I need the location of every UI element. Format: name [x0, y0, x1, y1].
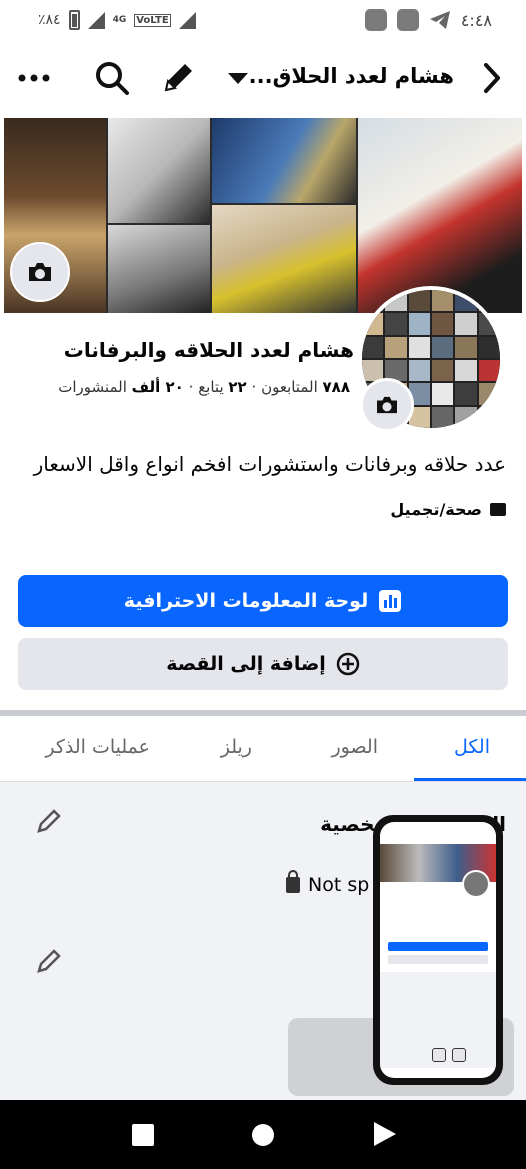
- add-to-story-label: إضافة إلى القصة: [166, 653, 326, 675]
- screenshot-preview[interactable]: [373, 815, 503, 1085]
- chevron-right-icon[interactable]: [472, 58, 512, 98]
- preview-secondary-button: [388, 955, 488, 964]
- cover-tile: [212, 205, 356, 313]
- home-icon[interactable]: [252, 1124, 274, 1146]
- category-icon: [490, 503, 506, 516]
- stats-separator: ·: [188, 378, 194, 396]
- cover-camera-button[interactable]: [10, 242, 70, 302]
- status-left: ٪٨٤ 4G VoLTE: [38, 10, 196, 30]
- tab-mentions[interactable]: عمليات الذكر: [45, 736, 150, 758]
- status-right: ٤:٤٨: [364, 9, 492, 31]
- professional-dashboard-label: لوحة المعلومات الاحترافية: [123, 590, 369, 612]
- back-icon[interactable]: [374, 1122, 396, 1146]
- preview-share-button: [432, 1048, 446, 1062]
- add-to-story-button[interactable]: إضافة إلى القصة: [18, 638, 508, 690]
- network-label: 4G: [112, 15, 127, 25]
- status-bar: ٪٨٤ 4G VoLTE ٤:٤٨: [0, 0, 526, 42]
- signal-icon: [178, 11, 196, 29]
- profile-stats: ٧٨٨ المتابعون · ٢٢ يتابع · ٢٠ ألف المنشو…: [58, 378, 350, 396]
- notification-icon: [396, 9, 419, 31]
- active-tab-indicator: [414, 778, 526, 781]
- tab-photos[interactable]: الصور: [331, 736, 378, 758]
- following-label[interactable]: يتابع: [198, 378, 223, 396]
- preview-primary-button: [388, 942, 488, 951]
- pencil-icon[interactable]: [158, 58, 198, 98]
- cover-tile: [108, 225, 210, 313]
- preview-edit-button: [452, 1048, 466, 1062]
- telegram-icon: [429, 11, 450, 29]
- followers-label[interactable]: المتابعون: [261, 378, 318, 396]
- cover-tile: [212, 118, 356, 203]
- camera-icon: [29, 263, 51, 281]
- cover-tile: [358, 118, 522, 313]
- top-nav: هشام لعدد الحلاق...: [0, 48, 526, 108]
- signal-icon: [87, 11, 105, 29]
- following-count[interactable]: ٢٢: [228, 378, 246, 396]
- chart-icon: [379, 590, 402, 612]
- profile-bio: عدد حلاقه وبرفانات واستشورات افخم انواع …: [33, 452, 506, 476]
- posts-label: المنشورات: [58, 378, 127, 396]
- recents-icon[interactable]: [132, 1124, 154, 1146]
- category-label: صحة/تجميل: [390, 500, 482, 519]
- stats-separator: ·: [251, 378, 257, 396]
- professional-dashboard-button[interactable]: لوحة المعلومات الاحترافية: [18, 575, 508, 627]
- pencil-icon[interactable]: [36, 808, 62, 834]
- page-title[interactable]: هشام لعدد الحلاق...: [249, 64, 454, 88]
- profile-category: صحة/تجميل: [390, 500, 506, 519]
- not-specified-label: Not sp: [308, 874, 370, 896]
- posts-count: ٢٠ ألف: [131, 378, 184, 396]
- not-specified-row: Not sp: [286, 870, 370, 896]
- clock: ٤:٤٨: [460, 10, 492, 30]
- battery-icon: [68, 10, 80, 30]
- profile-tabs: الكل الصور ريلز عمليات الذكر: [0, 716, 526, 782]
- preview-avatar: [462, 870, 490, 898]
- profile-name: هشام لعدد الحلاقه والبرفانات: [63, 338, 354, 362]
- tab-reels[interactable]: ريلز: [221, 736, 252, 758]
- search-icon[interactable]: [92, 58, 132, 98]
- lock-icon: [286, 870, 300, 893]
- volte-label: VoLTE: [134, 13, 171, 27]
- system-nav-bar: [0, 1100, 526, 1169]
- pencil-icon[interactable]: [36, 948, 62, 974]
- followers-count[interactable]: ٧٨٨: [323, 378, 350, 396]
- cover-tile: [108, 118, 210, 223]
- avatar-camera-button[interactable]: [360, 378, 414, 432]
- tab-all[interactable]: الكل: [454, 736, 490, 758]
- plus-circle-icon: [336, 652, 360, 676]
- cover-photo[interactable]: [4, 118, 522, 313]
- more-icon[interactable]: [14, 58, 54, 98]
- notification-icon: [364, 9, 387, 31]
- battery-percent: ٪٨٤: [38, 12, 61, 28]
- camera-icon: [377, 396, 397, 414]
